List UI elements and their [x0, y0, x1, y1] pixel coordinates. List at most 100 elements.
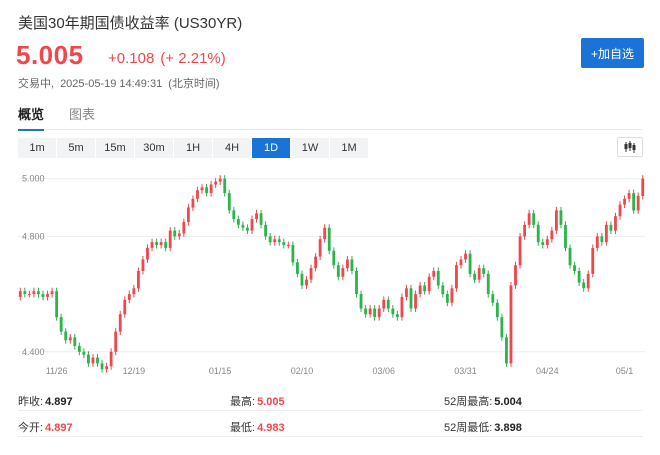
candle-body	[23, 291, 27, 295]
candle-body	[268, 236, 272, 243]
candle-body	[164, 242, 168, 248]
candle-body	[577, 271, 581, 283]
candle-body	[614, 216, 617, 231]
candle-body	[314, 256, 318, 269]
candle-body	[109, 351, 113, 367]
candle-body	[514, 265, 517, 286]
stats-row: 今开: 4.897 最低: 4.983 52周最低: 3.898	[18, 411, 643, 437]
candle-body	[418, 285, 422, 295]
trade-status: 交易中, 2025-05-19 14:49:31 (北京时间)	[18, 75, 226, 91]
period-5m[interactable]: 5m	[57, 138, 96, 158]
stat-value: 4.897	[45, 396, 73, 408]
change-percent: (+ 2.21%)	[160, 50, 226, 67]
candle-body	[350, 259, 354, 271]
candlestick-icon[interactable]	[617, 137, 643, 157]
period-1w[interactable]: 1W	[291, 138, 330, 158]
stat-value: 5.004	[494, 396, 522, 408]
candlestick-chart[interactable]: 5.000 4.800 4.40011/26 12/19 01/15 02/10 03/06…	[0, 162, 660, 380]
candle-body	[582, 282, 586, 289]
candle-body	[432, 271, 436, 277]
candle-body	[114, 331, 118, 352]
candle-body	[264, 224, 268, 237]
candle-body	[64, 331, 68, 341]
candle-body	[37, 291, 40, 295]
candle-body	[564, 224, 567, 248]
candle-body	[300, 273, 304, 286]
candle-body	[150, 242, 154, 248]
tab-overview[interactable]: 概览	[18, 104, 45, 131]
candle-body	[523, 224, 527, 237]
y-tick-label: 5.000	[22, 174, 45, 184]
stat-label: 52周最低:	[444, 422, 493, 434]
period-4h[interactable]: 4H	[213, 138, 252, 158]
candle-body	[100, 363, 104, 370]
candle-body	[159, 242, 163, 246]
candle-body	[309, 268, 313, 280]
candle-body	[636, 195, 640, 211]
candle-body	[618, 204, 622, 217]
candle-body	[191, 198, 195, 208]
stat-52w-low: 52周最低: 3.898	[444, 419, 522, 435]
candle-body	[55, 291, 59, 318]
tab-chart[interactable]: 图表	[69, 104, 95, 129]
candle-body	[186, 207, 190, 222]
period-1mo[interactable]: 1M	[330, 138, 369, 158]
candle-body	[127, 294, 131, 300]
period-1d[interactable]: 1D	[252, 138, 291, 158]
candle-body	[545, 239, 549, 246]
candle-body	[214, 181, 218, 185]
candle-body	[455, 265, 458, 289]
candle-body	[336, 265, 340, 277]
period-15m[interactable]: 15m	[96, 138, 135, 158]
candle-body	[118, 314, 122, 332]
candle-body	[445, 294, 449, 303]
change-value: +0.108	[108, 50, 155, 67]
status-text: 交易中,	[18, 78, 55, 90]
candle-body	[536, 224, 540, 243]
period-1m[interactable]: 1m	[18, 138, 57, 158]
stat-label: 52周最高:	[444, 396, 493, 408]
candle-body	[541, 242, 545, 246]
candle-body	[241, 224, 245, 228]
price-change: +0.108 (+ 2.21%)	[108, 50, 232, 67]
candle-body	[105, 366, 109, 370]
candle-body	[91, 357, 95, 364]
period-30m[interactable]: 30m	[135, 138, 174, 158]
candle-body	[27, 294, 31, 296]
candle-body	[414, 294, 417, 309]
candle-body	[468, 253, 472, 274]
candle-body	[518, 236, 522, 266]
candle-body	[595, 236, 599, 248]
candle-body	[627, 193, 631, 199]
candle-body	[277, 239, 281, 243]
candle-body	[327, 227, 331, 251]
candle-body	[182, 221, 186, 234]
candle-body	[364, 308, 367, 315]
y-tick-label: 4.400	[22, 347, 45, 357]
stat-high: 最高: 5.005	[230, 393, 285, 409]
candle-body	[491, 294, 495, 303]
x-tick-label: 03/06	[372, 366, 395, 376]
period-selector: 1m 5m 15m 30m 1H 4H 1D 1W 1M	[18, 138, 369, 158]
candle-body	[273, 239, 277, 243]
stat-label: 最高:	[230, 396, 256, 408]
candle-body	[450, 288, 454, 303]
stat-52w-high: 52周最高: 5.004	[444, 393, 522, 409]
period-1h[interactable]: 1H	[174, 138, 213, 158]
candle-body	[282, 242, 286, 246]
candle-body	[609, 224, 613, 231]
candle-body	[391, 308, 395, 315]
candle-body	[568, 247, 572, 266]
candle-body	[591, 247, 595, 274]
timezone-label: (北京时间)	[168, 78, 220, 90]
y-tick-label: 4.800	[22, 231, 45, 241]
candle-body	[623, 198, 626, 205]
candle-body	[132, 288, 136, 295]
candle-body	[604, 224, 608, 243]
add-watchlist-button[interactable]: +加自选	[581, 38, 644, 68]
candle-body	[227, 193, 231, 211]
candle-body	[395, 314, 399, 318]
stat-label: 最低:	[230, 422, 256, 434]
candle-body	[32, 291, 36, 295]
timestamp: 2025-05-19 14:49:31	[60, 78, 163, 90]
